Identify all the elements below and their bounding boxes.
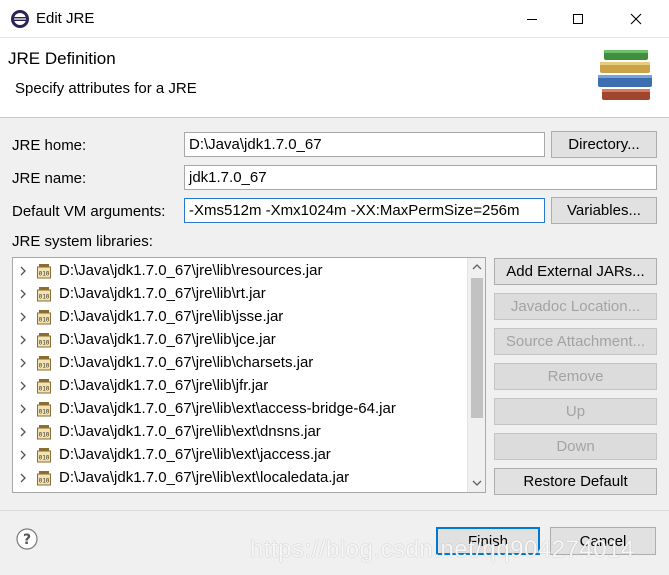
eclipse-icon xyxy=(11,10,29,28)
jar-file-icon: 010 xyxy=(33,424,55,440)
help-icon[interactable]: ? xyxy=(16,528,38,550)
minimize-button[interactable] xyxy=(509,0,555,38)
tree-item[interactable]: 010 D:\Java\jdk1.7.0_67\jre\lib\jsse.jar xyxy=(13,305,467,328)
tree-item-label: D:\Java\jdk1.7.0_67\jre\lib\resources.ja… xyxy=(59,262,323,279)
jar-file-icon: 010 xyxy=(33,447,55,463)
title-bar: Edit JRE xyxy=(0,0,669,38)
jar-file-icon: 010 xyxy=(33,332,55,348)
jar-file-icon: 010 xyxy=(33,401,55,417)
jar-file-icon: 010 xyxy=(33,355,55,371)
tree-item-label: D:\Java\jdk1.7.0_67\jre\lib\jce.jar xyxy=(59,331,276,348)
jre-home-field[interactable]: D:\Java\jdk1.7.0_67 xyxy=(184,132,545,157)
up-button[interactable]: Up xyxy=(494,398,657,425)
tree-item[interactable]: 010 D:\Java\jdk1.7.0_67\jre\lib\ext\dnsns… xyxy=(13,420,467,443)
variables-button[interactable]: Variables... xyxy=(551,197,657,224)
javadoc-location-button[interactable]: Javadoc Location... xyxy=(494,293,657,320)
header-banner: JRE Definition Specify attributes for a … xyxy=(0,38,669,118)
tree-scrollbar[interactable] xyxy=(467,258,485,492)
jre-home-label: JRE home: xyxy=(12,137,87,154)
tree-item-label: D:\Java\jdk1.7.0_67\jre\lib\rt.jar xyxy=(59,285,266,302)
jar-file-icon: 010 xyxy=(33,470,55,486)
expand-chevron-icon[interactable] xyxy=(13,404,33,414)
svg-text:010: 010 xyxy=(39,270,50,277)
footer-divider xyxy=(0,510,669,511)
watermark: https://blog.csdn.net/qq904274014 xyxy=(250,536,635,563)
svg-text:010: 010 xyxy=(39,477,50,484)
scroll-up-arrow[interactable] xyxy=(471,260,483,274)
books-icon xyxy=(598,50,652,100)
svg-text:010: 010 xyxy=(39,454,50,461)
tree-item[interactable]: 010 D:\Java\jdk1.7.0_67\jre\lib\ext\acces… xyxy=(13,397,467,420)
tree-item[interactable]: 010 D:\Java\jdk1.7.0_67\jre\lib\jce.jar xyxy=(13,328,467,351)
vm-args-field[interactable]: -Xms512m -Xmx1024m -XX:MaxPermSize=256m xyxy=(184,198,545,223)
expand-chevron-icon[interactable] xyxy=(13,266,33,276)
maximize-button[interactable] xyxy=(555,0,601,38)
svg-text:010: 010 xyxy=(39,408,50,415)
tree-item-label: D:\Java\jdk1.7.0_67\jre\lib\jfr.jar xyxy=(59,377,269,394)
expand-chevron-icon[interactable] xyxy=(13,473,33,483)
tree-item[interactable]: 010 D:\Java\jdk1.7.0_67\jre\lib\ext\jacce… xyxy=(13,443,467,466)
svg-text:010: 010 xyxy=(39,362,50,369)
directory-button[interactable]: Directory... xyxy=(551,131,657,158)
expand-chevron-icon[interactable] xyxy=(13,450,33,460)
tree-item-label: D:\Java\jdk1.7.0_67\jre\lib\ext\localeda… xyxy=(59,469,350,486)
tree-item-label: D:\Java\jdk1.7.0_67\jre\lib\jsse.jar xyxy=(59,308,284,325)
chevron-down-icon xyxy=(472,480,482,486)
restore-default-button[interactable]: Restore Default xyxy=(494,468,657,495)
svg-text:?: ? xyxy=(23,532,31,548)
close-icon xyxy=(630,13,642,25)
minimize-icon xyxy=(527,19,537,20)
tree-item[interactable]: 010 D:\Java\jdk1.7.0_67\jre\lib\rt.jar xyxy=(13,282,467,305)
expand-chevron-icon[interactable] xyxy=(13,427,33,437)
expand-chevron-icon[interactable] xyxy=(13,312,33,322)
jar-file-icon: 010 xyxy=(33,263,55,279)
maximize-icon xyxy=(573,14,583,24)
svg-text:010: 010 xyxy=(39,339,50,346)
library-tree[interactable]: 010 D:\Java\jdk1.7.0_67\jre\lib\resources… xyxy=(12,257,486,493)
jre-name-label: JRE name: xyxy=(12,170,87,187)
jar-file-icon: 010 xyxy=(33,286,55,302)
tree-item-label: D:\Java\jdk1.7.0_67\jre\lib\ext\access-b… xyxy=(59,400,396,417)
expand-chevron-icon[interactable] xyxy=(13,381,33,391)
svg-text:010: 010 xyxy=(39,431,50,438)
source-attachment-button[interactable]: Source Attachment... xyxy=(494,328,657,355)
tree-item[interactable]: 010 D:\Java\jdk1.7.0_67\jre\lib\resources… xyxy=(13,259,467,282)
tree-item-label: D:\Java\jdk1.7.0_67\jre\lib\ext\jaccess.… xyxy=(59,446,331,463)
svg-text:010: 010 xyxy=(39,385,50,392)
vm-args-label: Default VM arguments: xyxy=(12,203,166,220)
libraries-label: JRE system libraries: xyxy=(12,233,153,250)
add-external-jars-button[interactable]: Add External JARs... xyxy=(494,258,657,285)
svg-text:010: 010 xyxy=(39,316,50,323)
tree-item[interactable]: 010 D:\Java\jdk1.7.0_67\jre\lib\ext\local… xyxy=(13,466,467,489)
close-button[interactable] xyxy=(613,0,659,38)
scroll-thumb[interactable] xyxy=(471,278,483,418)
tree-item[interactable]: 010 D:\Java\jdk1.7.0_67\jre\lib\jfr.jar xyxy=(13,374,467,397)
banner-description: Specify attributes for a JRE xyxy=(15,80,197,97)
remove-button[interactable]: Remove xyxy=(494,363,657,390)
banner-title: JRE Definition xyxy=(8,49,116,68)
tree-item-label: D:\Java\jdk1.7.0_67\jre\lib\ext\dnsns.ja… xyxy=(59,423,321,440)
expand-chevron-icon[interactable] xyxy=(13,335,33,345)
expand-chevron-icon[interactable] xyxy=(13,289,33,299)
chevron-up-icon xyxy=(472,264,482,270)
tree-item[interactable]: 010 D:\Java\jdk1.7.0_67\jre\lib\charsets.… xyxy=(13,351,467,374)
down-button[interactable]: Down xyxy=(494,433,657,460)
window-title: Edit JRE xyxy=(36,10,95,27)
jar-file-icon: 010 xyxy=(33,378,55,394)
svg-text:010: 010 xyxy=(39,293,50,300)
scroll-down-arrow[interactable] xyxy=(471,476,483,490)
jar-file-icon: 010 xyxy=(33,309,55,325)
jre-name-field[interactable]: jdk1.7.0_67 xyxy=(184,165,657,190)
expand-chevron-icon[interactable] xyxy=(13,358,33,368)
tree-item-label: D:\Java\jdk1.7.0_67\jre\lib\charsets.jar xyxy=(59,354,314,371)
